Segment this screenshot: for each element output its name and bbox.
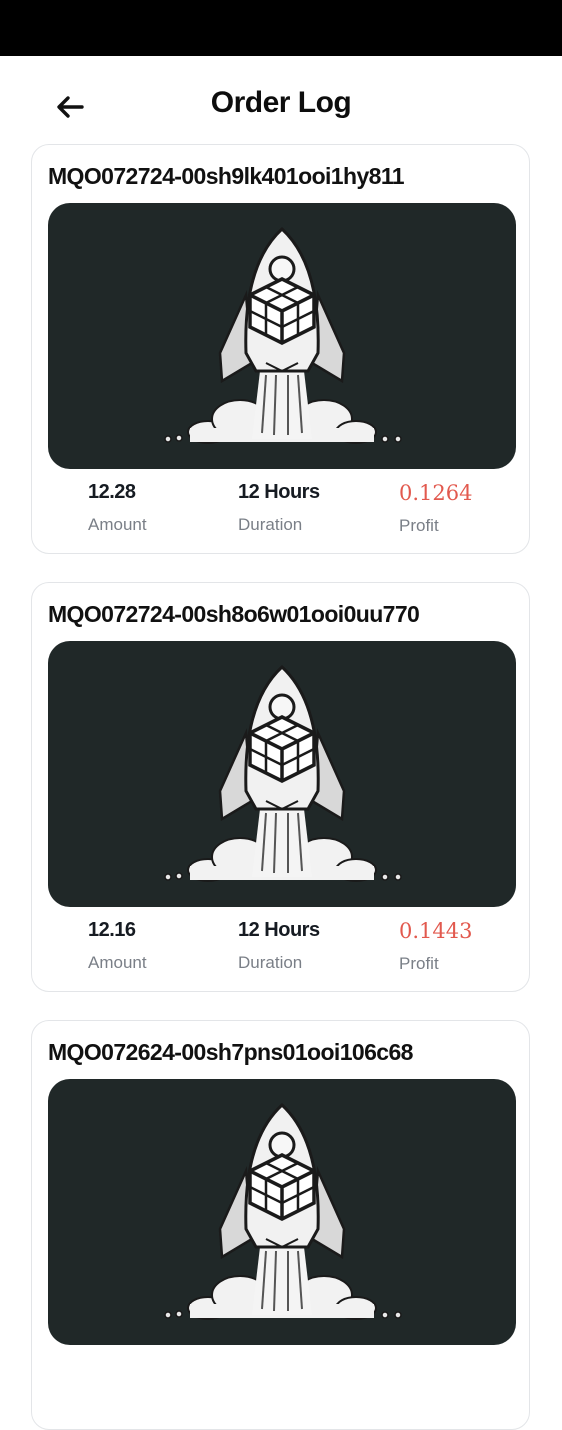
amount-value: 12.28: [88, 481, 136, 503]
status-bar: [0, 0, 562, 56]
amount-value: 12.16: [88, 919, 136, 941]
duration-stat: 12 Hours Duration: [238, 481, 320, 535]
header: Order Log: [0, 56, 562, 144]
duration-stat: 12 Hours Duration: [238, 919, 320, 973]
duration-value: 12 Hours: [238, 481, 320, 503]
rocket-icon: [164, 226, 402, 444]
order-card[interactable]: MQO072724-00sh8o6w01ooi0uu770 12.16 Amou…: [31, 582, 530, 992]
order-id: MQO072724-00sh8o6w01ooi0uu770: [48, 601, 420, 627]
product-image: [48, 641, 516, 907]
order-card[interactable]: MQO072624-00sh7pns01ooi106c68: [31, 1020, 530, 1430]
profit-value: 0.1443: [399, 919, 473, 943]
profit-label: Profit: [399, 516, 439, 535]
profit-label: Profit: [399, 954, 439, 973]
order-id: MQO072724-00sh9lk401ooi1hy811: [48, 163, 405, 189]
profit-stat: 0.1443 Profit: [399, 919, 472, 974]
duration-label: Duration: [238, 515, 303, 534]
product-image: [48, 1079, 516, 1345]
order-card[interactable]: MQO072724-00sh9lk401ooi1hy811 12.28 Amou…: [31, 144, 530, 554]
duration-value: 12 Hours: [238, 919, 320, 941]
amount-stat: 12.28 Amount: [88, 481, 147, 535]
page-title: Order Log: [210, 86, 352, 119]
product-image: [48, 203, 516, 469]
amount-label: Amount: [88, 515, 147, 534]
rocket-icon: [164, 664, 402, 882]
amount-stat: 12.16 Amount: [88, 919, 147, 973]
order-id: MQO072624-00sh7pns01ooi106c68: [48, 1039, 413, 1065]
amount-label: Amount: [88, 953, 147, 972]
rocket-icon: [164, 1102, 402, 1320]
profit-value: 0.1264: [399, 481, 473, 505]
duration-label: Duration: [238, 953, 303, 972]
profit-stat: 0.1264 Profit: [399, 481, 472, 536]
